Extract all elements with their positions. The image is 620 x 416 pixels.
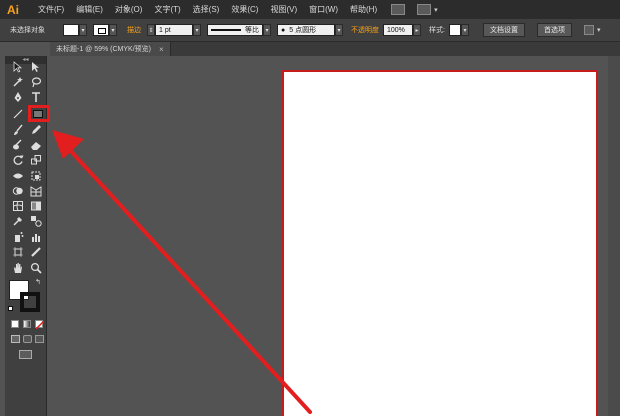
- menu-bar: Ai 文件(F) 编辑(E) 对象(O) 文字(T) 选择(S) 效果(C) 视…: [0, 0, 620, 19]
- type-tool-icon[interactable]: [28, 90, 44, 104]
- stroke-stepper[interactable]: ⇕: [147, 24, 155, 36]
- blend-tool-icon[interactable]: [28, 214, 44, 228]
- menu-list: 文件(F) 编辑(E) 对象(O) 文字(T) 选择(S) 效果(C) 视图(V…: [32, 0, 383, 19]
- symbol-sprayer-tool-icon[interactable]: [10, 230, 26, 244]
- variable-width-profile[interactable]: 等比: [207, 24, 263, 36]
- eraser-tool-icon[interactable]: [28, 138, 44, 152]
- stroke-dropdown[interactable]: ▾: [109, 24, 117, 36]
- pencil-tool-icon[interactable]: [28, 123, 44, 137]
- stroke-weight-dropdown[interactable]: ▾: [193, 24, 201, 36]
- brush-label: 5 点圆形: [289, 27, 317, 34]
- perspective-grid-tool-icon[interactable]: [28, 184, 44, 198]
- style-label: 样式:: [429, 27, 445, 34]
- artboard[interactable]: [282, 70, 598, 416]
- hand-tool-icon[interactable]: [10, 261, 26, 275]
- mesh-tool-icon[interactable]: [10, 199, 26, 213]
- illustrator-window: Ai 文件(F) 编辑(E) 对象(O) 文字(T) 选择(S) 效果(C) 视…: [0, 0, 620, 416]
- eyedropper-tool-icon[interactable]: [10, 214, 26, 228]
- document-setup-button[interactable]: 文档设置: [482, 23, 525, 37]
- graphic-style-swatch[interactable]: [448, 24, 461, 36]
- menu-object[interactable]: 对象(O): [109, 0, 149, 19]
- selection-status: 未选择对象: [10, 27, 45, 34]
- screen-mode-icon[interactable]: [19, 350, 32, 359]
- direct-selection-tool-icon[interactable]: [28, 60, 44, 74]
- arrange-documents-icon[interactable]: [417, 4, 432, 15]
- right-panel-edge: [608, 56, 620, 416]
- artboard-tool-icon[interactable]: [10, 245, 26, 259]
- draw-behind-icon[interactable]: [23, 335, 32, 343]
- line-segment-tool-icon[interactable]: [10, 107, 26, 121]
- panel-options-icon[interactable]: [583, 25, 594, 35]
- menu-view[interactable]: 视图(V): [264, 0, 303, 19]
- slice-tool-icon[interactable]: [28, 245, 44, 259]
- free-transform-tool-icon[interactable]: [28, 169, 44, 183]
- stroke-label[interactable]: 描边: [127, 25, 141, 35]
- rotate-tool-icon[interactable]: [10, 153, 26, 167]
- menu-file[interactable]: 文件(F): [32, 0, 70, 19]
- brush-dot-icon: ●: [281, 26, 286, 34]
- pen-tool-icon[interactable]: [10, 90, 26, 104]
- column-graph-tool-icon[interactable]: [28, 230, 44, 244]
- default-colors-icon[interactable]: [8, 306, 13, 311]
- shape-builder-tool-icon[interactable]: [10, 184, 26, 198]
- brush-definition[interactable]: ● 5 点圆形: [277, 24, 335, 36]
- none-mode-icon[interactable]: [35, 320, 44, 329]
- opacity-dropdown[interactable]: ▸: [413, 24, 421, 36]
- swap-fill-stroke-icon[interactable]: ↰: [35, 278, 41, 286]
- opacity-label[interactable]: 不透明度: [351, 25, 379, 35]
- close-icon[interactable]: ×: [159, 45, 164, 54]
- rectangle-tool-highlight: [28, 105, 50, 122]
- draw-inside-icon[interactable]: [35, 335, 44, 343]
- menu-edit[interactable]: 编辑(E): [70, 0, 109, 19]
- opacity-field[interactable]: 100%: [383, 24, 413, 36]
- paintbrush-tool-icon[interactable]: [10, 123, 26, 137]
- color-mode-icon[interactable]: [11, 320, 19, 328]
- menu-type[interactable]: 文字(T): [148, 0, 186, 19]
- menu-effect[interactable]: 效果(C): [225, 0, 264, 19]
- blob-brush-tool-icon[interactable]: [10, 138, 26, 152]
- menu-window[interactable]: 窗口(W): [303, 0, 344, 19]
- stroke-swatch[interactable]: [93, 24, 109, 36]
- zoom-tool-icon[interactable]: [28, 261, 44, 275]
- app-logo: Ai: [7, 2, 19, 17]
- fill-dropdown[interactable]: ▾: [79, 24, 87, 36]
- width-tool-icon[interactable]: [10, 169, 26, 183]
- scale-tool-icon[interactable]: [28, 153, 44, 167]
- stroke-weight-field[interactable]: 1 pt: [155, 24, 193, 36]
- brush-dropdown[interactable]: ▾: [335, 24, 343, 36]
- panel-options-dropdown-icon[interactable]: ▾: [597, 26, 601, 34]
- menu-select[interactable]: 选择(S): [187, 0, 226, 19]
- lasso-tool-icon[interactable]: [28, 75, 44, 89]
- profile-label: 等比: [245, 27, 259, 34]
- fill-swatch[interactable]: [63, 24, 79, 36]
- preferences-button[interactable]: 首选项: [536, 23, 572, 37]
- control-bar: 未选择对象 ▾ ▾ 描边 ⇕ 1 pt ▾ 等比 ▾ ● 5 点圆形 ▾ 不透明…: [0, 19, 620, 42]
- document-tab-bar: 未标题-1 @ 59% (CMYK/预览) ×: [50, 42, 620, 56]
- arrange-dropdown-icon[interactable]: ▾: [434, 6, 438, 14]
- document-tab[interactable]: 未标题-1 @ 59% (CMYK/预览) ×: [50, 42, 171, 56]
- gradient-mode-icon[interactable]: [23, 320, 31, 328]
- magic-wand-tool-icon[interactable]: [10, 75, 26, 89]
- bridge-icon[interactable]: [391, 4, 406, 15]
- document-tab-label: 未标题-1 @ 59% (CMYK/预览): [56, 46, 152, 53]
- draw-normal-icon[interactable]: [11, 335, 20, 343]
- canvas-area[interactable]: [50, 56, 620, 416]
- selection-tool-icon[interactable]: [10, 60, 26, 74]
- stroke-color-box[interactable]: [20, 292, 40, 312]
- gradient-tool-icon[interactable]: [28, 199, 44, 213]
- profile-dropdown[interactable]: ▾: [263, 24, 271, 36]
- tools-panel: ◂◂ ↰: [5, 56, 50, 416]
- menu-help[interactable]: 帮助(H): [344, 0, 383, 19]
- profile-preview: [211, 29, 241, 31]
- graphic-style-dropdown[interactable]: ▾: [460, 24, 469, 36]
